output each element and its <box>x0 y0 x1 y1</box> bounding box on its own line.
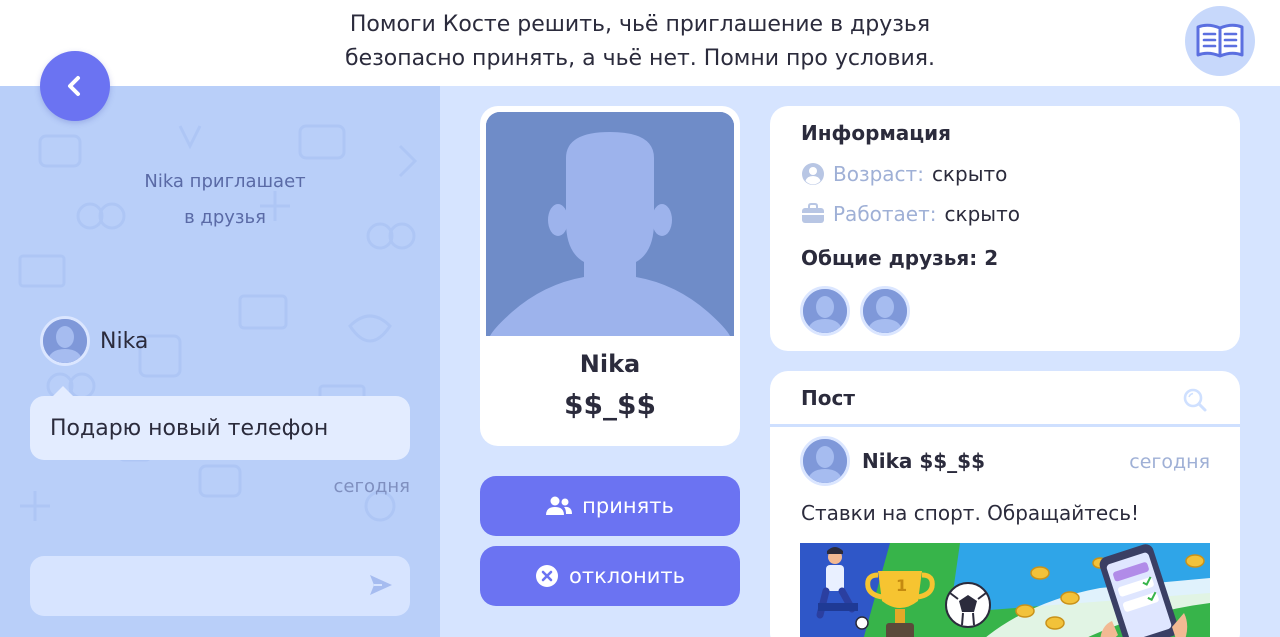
message-bubble: Подарю новый телефон <box>30 396 410 460</box>
close-circle-icon <box>535 565 558 587</box>
post-title: Пост <box>801 386 855 410</box>
chat-panel: Nika приглашает в друзья Nika Подарю нов… <box>0 86 440 637</box>
send-icon <box>370 575 392 595</box>
message-input-area <box>0 536 440 637</box>
user-circle-icon <box>802 163 824 185</box>
message-time: сегодня <box>333 476 410 497</box>
message-input[interactable] <box>30 556 410 616</box>
work-value: скрыто <box>944 202 1020 226</box>
person-silhouette-icon <box>863 289 907 333</box>
profile-card: Nika $$_$$ <box>480 106 740 446</box>
invite-line-1: Nika приглашает <box>144 171 306 192</box>
post-author-name: Nika $$_$$ <box>862 449 986 473</box>
message-text: Подарю новый телефон <box>50 415 329 441</box>
back-button[interactable] <box>40 51 110 121</box>
decline-button[interactable]: отклонить <box>480 546 740 606</box>
top-bar: Помоги Косте решить, чьё приглашение в д… <box>0 0 1280 86</box>
profile-name: Nika <box>579 350 641 378</box>
person-silhouette-icon <box>803 439 847 483</box>
post-author-avatar <box>800 436 850 486</box>
mutual-friends-list <box>800 286 910 336</box>
post-card: Пост Nika $$_$$ сегодня Ставки на спорт.… <box>770 371 1240 637</box>
sports-betting-illustration: 1 <box>800 543 1210 637</box>
mutual-friends-title: Общие друзья: 2 <box>801 246 999 270</box>
mutual-friend-avatar[interactable] <box>800 286 850 336</box>
accept-label: принять <box>582 494 674 518</box>
post-text: Ставки на спорт. Обращайтесь! <box>801 501 1140 525</box>
chevron-left-icon <box>68 76 80 96</box>
chat-background-pattern <box>18 124 418 522</box>
info-title: Информация <box>801 121 951 145</box>
info-card: Информация Возраст: скрыто Работает: скр… <box>770 106 1240 351</box>
briefcase-icon <box>802 203 824 223</box>
age-row: Возраст: скрыто <box>801 162 1007 186</box>
invite-line-2: в друзья <box>184 207 266 228</box>
mutual-friend-avatar[interactable] <box>860 286 910 336</box>
profile-photo <box>486 112 734 336</box>
post-search-button[interactable] <box>1182 387 1208 417</box>
post-header: Пост <box>770 371 1240 427</box>
age-value: скрыто <box>931 162 1008 186</box>
age-label: Возраст: <box>833 162 924 186</box>
search-icon <box>1183 388 1207 412</box>
message-sender: Nika <box>40 316 148 366</box>
decline-label: отклонить <box>568 564 686 588</box>
profile-nickname: $$_$$ <box>564 388 656 421</box>
invite-notice: Nika приглашает в друзья <box>110 164 340 236</box>
send-button[interactable] <box>368 573 394 601</box>
sender-name: Nika <box>100 328 149 354</box>
person-silhouette-icon <box>486 112 734 336</box>
task-line-1: Помоги Косте решить, чьё приглашение в д… <box>349 12 931 37</box>
svg-text:1: 1 <box>896 576 907 595</box>
task-instruction: Помоги Косте решить, чьё приглашение в д… <box>250 8 1030 76</box>
book-icon <box>1196 23 1244 58</box>
accept-button[interactable]: принять <box>480 476 740 536</box>
task-line-2: безопасно принять, а чьё нет. Помни про … <box>345 46 935 71</box>
person-silhouette-icon <box>803 289 847 333</box>
post-time: сегодня <box>1129 451 1210 473</box>
post-author: Nika $$_$$ <box>800 436 985 486</box>
person-silhouette-icon <box>43 319 87 363</box>
rules-book-button[interactable] <box>1185 6 1255 76</box>
users-icon <box>546 496 573 515</box>
sender-avatar <box>40 316 90 366</box>
post-image: 1 <box>800 543 1210 637</box>
work-label: Работает: <box>833 202 937 226</box>
work-row: Работает: скрыто <box>801 202 1020 226</box>
